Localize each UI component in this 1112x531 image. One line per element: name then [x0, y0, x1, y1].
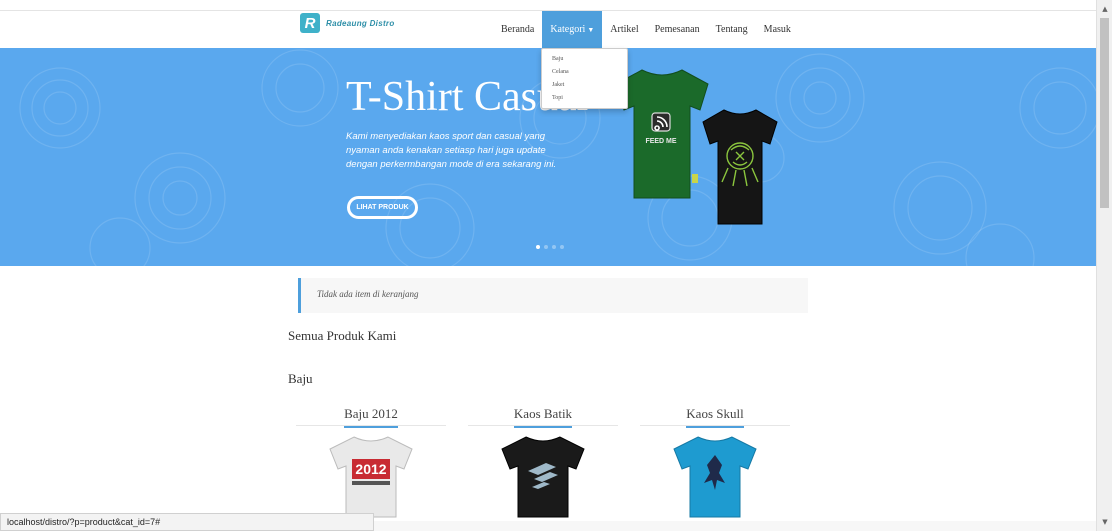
shirt-print-text: FEED ME	[645, 138, 676, 145]
nav-artikel[interactable]: Artikel	[602, 11, 646, 48]
main-nav: Beranda Kategori ▼ Artikel Pemesanan Tent…	[493, 11, 799, 48]
scroll-down-arrow-icon[interactable]: ▼	[1097, 515, 1112, 529]
view-products-button[interactable]: LIHAT PRODUK	[347, 196, 418, 219]
vertical-scrollbar[interactable]: ▲ ▼	[1096, 0, 1112, 531]
slide-dot[interactable]	[536, 245, 540, 249]
slide-dot[interactable]	[544, 245, 548, 249]
product-divider	[296, 425, 446, 426]
product-image-kaos-batik[interactable]	[498, 433, 588, 518]
product-image-baju-2012[interactable]: 2012	[326, 433, 416, 518]
scrollbar-thumb[interactable]	[1100, 18, 1109, 208]
nav-kategori[interactable]: Kategori ▼	[542, 11, 603, 48]
carousel-indicators	[536, 245, 564, 249]
hero-subtitle: Kami menyediakan kaos sport dan casual y…	[346, 131, 557, 170]
page-bottom-edge	[374, 521, 1096, 531]
product-divider	[640, 425, 790, 426]
dropdown-item-baju[interactable]: Baju	[542, 53, 627, 66]
product-card[interactable]: Baju 2012 2012	[296, 405, 446, 518]
brand-logo[interactable]: R Radeaung Distro	[300, 13, 395, 33]
dropdown-item-celana[interactable]: Celana	[542, 66, 627, 79]
all-products-heading: Semua Produk Kami	[288, 328, 397, 343]
category-heading: Baju	[288, 371, 313, 386]
brand-name: Radeaung Distro	[326, 18, 395, 28]
kategori-dropdown: Baju Celana Jaket Topi	[541, 48, 628, 109]
slide-dot[interactable]	[552, 245, 556, 249]
nav-beranda[interactable]: Beranda	[493, 11, 542, 48]
cart-notice: Tidak ada item di keranjang	[298, 278, 808, 313]
caret-down-icon: ▼	[587, 26, 595, 34]
black-tshirt-image	[702, 109, 778, 225]
browser-top-edge	[0, 0, 1096, 11]
product-print-text: 2012	[355, 461, 386, 477]
navbar: R Radeaung Distro Beranda Kategori ▼ Arti…	[0, 11, 1096, 48]
product-divider	[468, 425, 618, 426]
product-card[interactable]: Kaos Batik	[468, 405, 618, 518]
scroll-up-arrow-icon[interactable]: ▲	[1097, 2, 1112, 16]
product-card[interactable]: Kaos Skull	[640, 405, 790, 518]
nav-tentang[interactable]: Tentang	[708, 11, 756, 48]
logo-icon: R	[300, 13, 320, 33]
dropdown-item-jaket[interactable]: Jaket	[542, 79, 627, 92]
nav-kategori-label: Kategori	[550, 24, 586, 35]
nav-masuk[interactable]: Masuk	[756, 11, 799, 48]
browser-status-url: localhost/distro/?p=product&cat_id=7#	[0, 513, 374, 531]
cart-empty-message: Tidak ada item di keranjang	[317, 289, 419, 299]
product-image-kaos-skull[interactable]	[670, 433, 760, 518]
nav-pemesanan[interactable]: Pemesanan	[647, 11, 708, 48]
slide-dot[interactable]	[560, 245, 564, 249]
dropdown-item-topi[interactable]: Topi	[542, 92, 627, 105]
